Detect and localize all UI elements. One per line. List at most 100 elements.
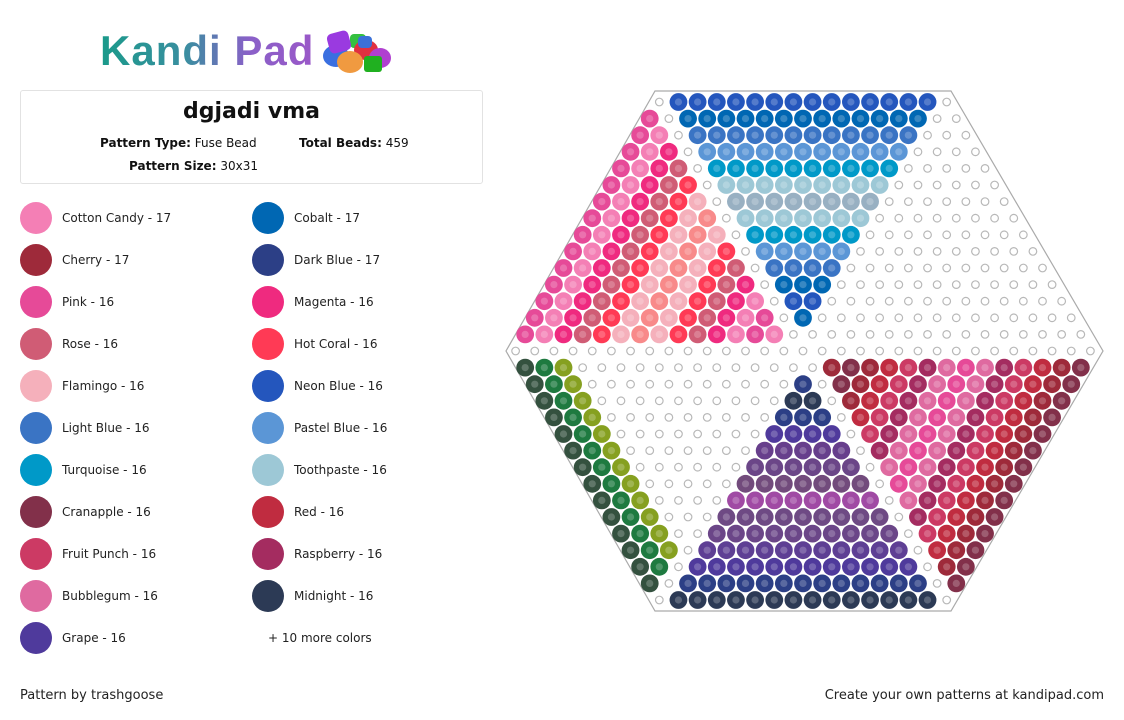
bead xyxy=(688,259,707,277)
empty-peg xyxy=(1028,346,1038,356)
kandipad-link[interactable]: Create your own patterns at kandipad.com xyxy=(825,688,1104,703)
empty-peg xyxy=(674,462,683,472)
empty-peg xyxy=(856,280,865,290)
bead xyxy=(564,275,582,294)
empty-peg xyxy=(856,446,865,456)
empty-peg xyxy=(856,313,865,323)
bead xyxy=(995,358,1014,377)
empty-peg xyxy=(635,462,645,472)
empty-peg xyxy=(779,379,789,389)
empty-peg xyxy=(779,313,789,323)
bead xyxy=(621,176,640,194)
bead xyxy=(851,474,870,493)
empty-peg xyxy=(674,529,683,538)
bead xyxy=(822,259,841,277)
bead xyxy=(966,508,985,526)
bead xyxy=(822,458,841,477)
bead xyxy=(640,574,659,593)
bead xyxy=(1033,391,1052,410)
bead xyxy=(554,259,573,277)
bead xyxy=(535,358,554,377)
bead xyxy=(851,541,870,560)
bead xyxy=(861,524,879,543)
bead xyxy=(861,391,879,410)
bead xyxy=(1024,441,1042,460)
bead xyxy=(612,159,630,178)
bead xyxy=(794,408,812,427)
empty-peg xyxy=(980,230,990,240)
bead xyxy=(784,159,803,178)
bead xyxy=(525,375,544,394)
bead xyxy=(909,375,927,394)
empty-peg xyxy=(961,230,971,240)
bead xyxy=(794,176,812,194)
bead xyxy=(1033,358,1052,377)
bead xyxy=(794,142,812,161)
bead xyxy=(669,259,688,277)
empty-peg xyxy=(654,496,664,505)
bead xyxy=(794,109,812,128)
empty-peg xyxy=(731,462,741,472)
bead xyxy=(612,225,630,244)
bead xyxy=(842,93,860,111)
empty-peg xyxy=(693,529,703,538)
empty-peg xyxy=(1009,246,1019,256)
bead xyxy=(736,109,755,128)
bead xyxy=(928,474,947,493)
empty-peg xyxy=(674,363,683,373)
empty-peg xyxy=(999,263,1009,273)
bead xyxy=(755,474,774,493)
empty-peg xyxy=(932,313,942,323)
empty-peg xyxy=(990,280,999,290)
bead xyxy=(1052,391,1071,410)
empty-peg xyxy=(1066,346,1076,356)
empty-peg xyxy=(693,396,703,406)
empty-peg xyxy=(856,346,865,356)
bead xyxy=(985,408,1004,427)
bead xyxy=(631,325,650,344)
empty-peg xyxy=(913,246,923,256)
bead xyxy=(727,259,745,277)
empty-peg xyxy=(760,280,770,290)
bead xyxy=(592,491,611,510)
bead xyxy=(707,259,726,277)
bead xyxy=(928,508,947,526)
empty-peg xyxy=(664,579,674,588)
bead xyxy=(880,126,899,145)
bead xyxy=(679,176,697,194)
bead xyxy=(995,491,1014,510)
bead xyxy=(813,142,832,161)
bead xyxy=(707,557,726,576)
bead xyxy=(765,557,784,576)
bead xyxy=(947,474,966,493)
bead xyxy=(880,93,899,111)
empty-peg xyxy=(846,429,856,439)
bead xyxy=(803,225,822,244)
empty-peg xyxy=(961,163,971,173)
empty-peg xyxy=(587,379,597,389)
bead xyxy=(650,325,669,344)
bead xyxy=(765,524,784,543)
bead xyxy=(870,408,889,427)
bead xyxy=(870,508,889,526)
bead xyxy=(707,292,726,311)
bead xyxy=(842,458,860,477)
bead xyxy=(784,491,803,510)
bead xyxy=(822,159,841,178)
bead xyxy=(727,591,745,609)
bead xyxy=(746,458,764,477)
empty-peg xyxy=(769,396,779,406)
bead xyxy=(717,275,736,294)
bead xyxy=(592,259,611,277)
bead xyxy=(909,109,927,128)
bead xyxy=(650,126,669,145)
bead xyxy=(640,209,659,228)
bead xyxy=(880,358,899,377)
bead xyxy=(688,557,707,576)
empty-peg xyxy=(827,396,837,406)
bead xyxy=(822,225,841,244)
bead xyxy=(794,275,812,294)
bead xyxy=(736,474,755,493)
empty-peg xyxy=(616,396,626,406)
bead xyxy=(554,425,573,443)
